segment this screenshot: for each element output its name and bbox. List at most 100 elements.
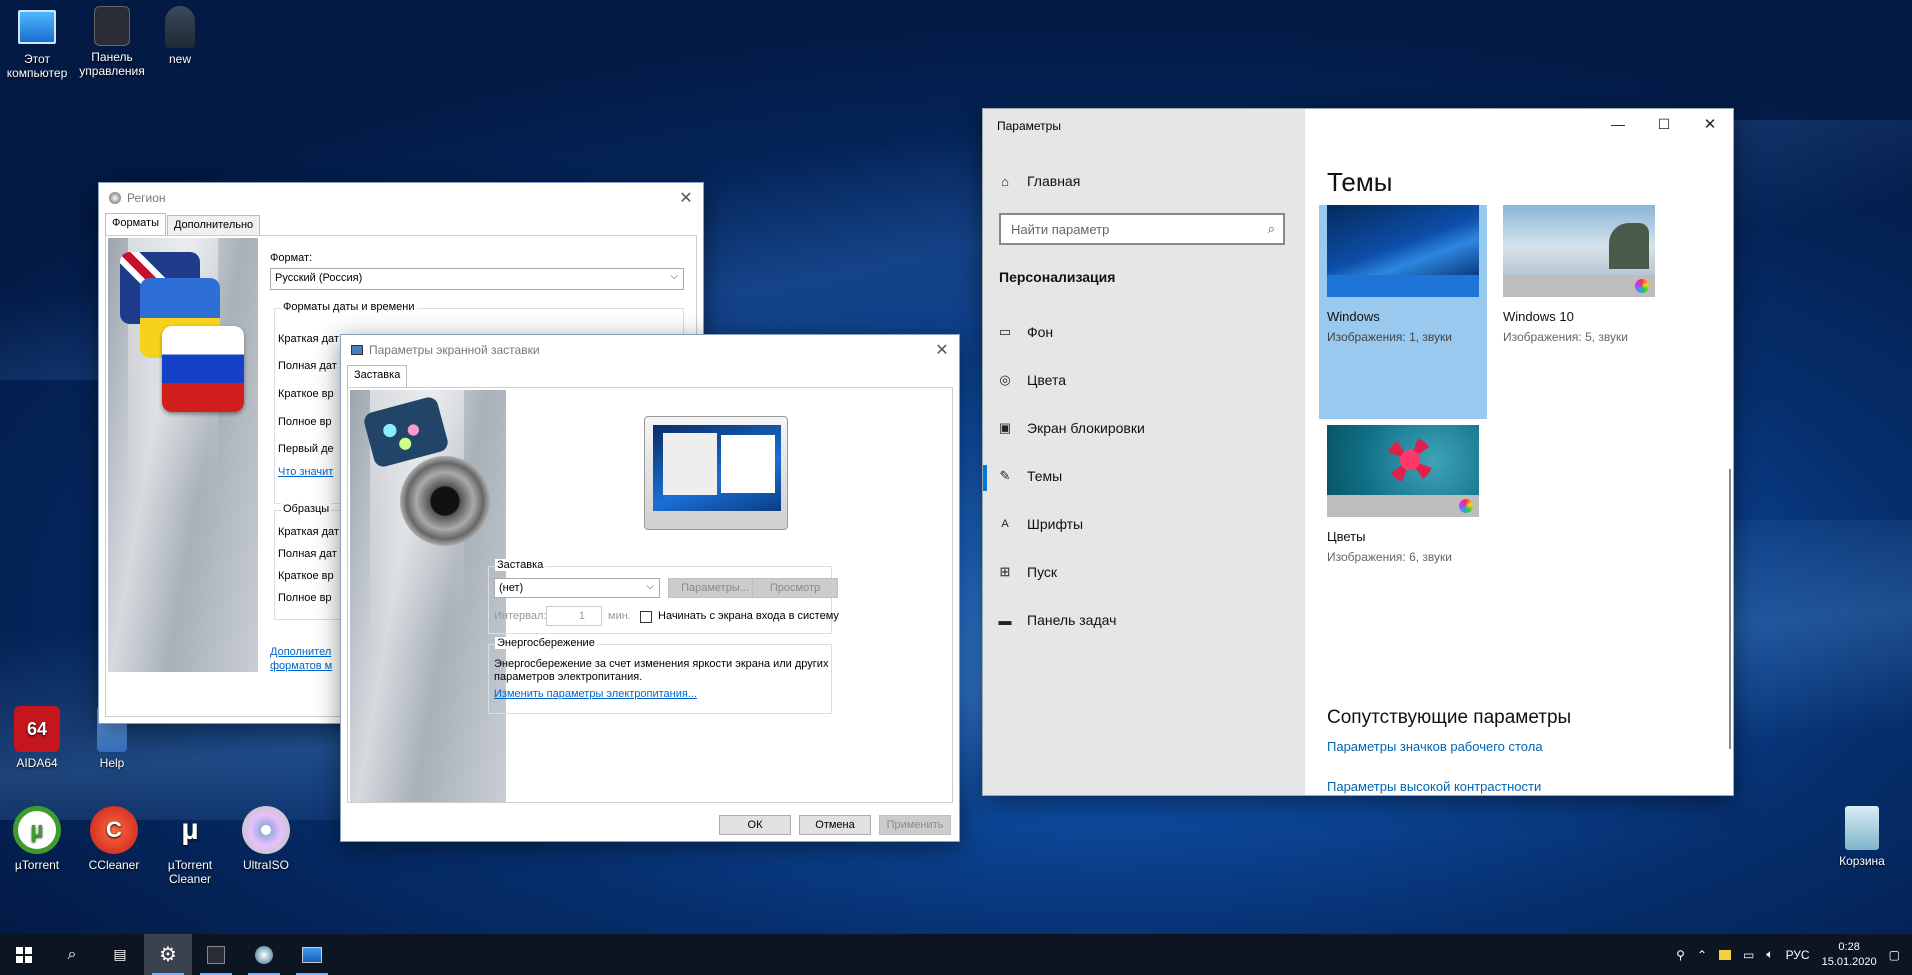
close-button[interactable]: ✕ [669, 183, 703, 213]
taskbar-icon: ▬ [998, 612, 1012, 628]
tab-screensaver[interactable]: Заставка [347, 365, 408, 387]
desktop-icon-label: CCleaner [88, 858, 140, 872]
settings-button[interactable]: Параметры... [668, 578, 762, 598]
screensaver-titlebar[interactable]: Параметры экранной заставки ✕ [341, 335, 959, 365]
region-tabs: Форматы Дополнительно [99, 213, 703, 235]
cancel-button[interactable]: Отмена [799, 815, 871, 835]
language-indicator[interactable]: РУС [1786, 948, 1810, 962]
theme-name: Windows 10 [1503, 309, 1574, 324]
tab-formats[interactable]: Форматы [105, 213, 166, 235]
samples-title: Образцы [281, 503, 332, 515]
power-settings-link[interactable]: Изменить параметры электропитания... [494, 688, 697, 700]
desktop-icon-new[interactable]: new [150, 6, 210, 66]
monitor-icon [18, 10, 56, 44]
ultraiso-icon [242, 806, 290, 854]
desktop-icon-ultraiso[interactable]: UltraISO [226, 806, 306, 872]
camera-banner [350, 390, 506, 802]
theme-windows-10[interactable]: Windows 10 Изображения: 5, звуки [1503, 205, 1655, 344]
clock[interactable]: 0:28 15.01.2020 [1822, 940, 1877, 970]
nav-taskbar[interactable]: ▬ Панель задач [997, 612, 1117, 628]
login-checkbox[interactable] [640, 611, 652, 623]
notifications-icon[interactable]: ▢ [1889, 948, 1900, 962]
maximize-button[interactable]: ☐ [1641, 109, 1687, 139]
preview-button[interactable]: Просмотр [752, 578, 838, 598]
desktop-icon-aida64[interactable]: 64 AIDA64 [0, 706, 77, 770]
theme-thumbnail [1327, 425, 1479, 517]
search-button[interactable]: ⌕ [48, 934, 96, 975]
utorrent-icon: µ [13, 806, 61, 854]
clock-date: 15.01.2020 [1821, 955, 1877, 968]
people-icon[interactable]: ⚲ [1676, 948, 1685, 962]
desktop-icons-link[interactable]: Параметры значков рабочего стола [1327, 739, 1543, 754]
desktop-icon-utorrent-cleaner[interactable]: µ µTorrent Cleaner [150, 806, 230, 887]
power-group-title: Энергосбережение [495, 637, 597, 649]
font-icon: A [1001, 518, 1009, 530]
nav-background[interactable]: ▭ Фон [997, 324, 1053, 340]
power-text: Энергосбережение за счет изменения яркос… [494, 658, 829, 670]
format-select[interactable]: Русский (Россия) ⌵ [270, 268, 684, 290]
nav-label: Пуск [1027, 564, 1058, 580]
theme-subtitle: Изображения: 1, звуки [1327, 330, 1452, 344]
apply-button[interactable]: Применить [879, 815, 951, 835]
theme-windows[interactable]: Windows Изображения: 1, звуки [1327, 205, 1479, 344]
nav-fonts[interactable]: A Шрифты [997, 516, 1083, 532]
interval-stepper[interactable]: 1 [546, 606, 602, 626]
nav-themes[interactable]: ✎ Темы [997, 468, 1063, 484]
gear-icon: ⚙ [159, 944, 177, 966]
screensaver-window: Параметры экранной заставки ✕ Заставка З… [340, 334, 960, 842]
taskbar-region[interactable] [240, 934, 288, 975]
nav-label: Фон [1027, 324, 1054, 340]
desktop-icon-control-panel[interactable]: Панель управления [72, 6, 152, 78]
task-view-button[interactable]: ▤ [96, 934, 144, 975]
ok-button[interactable]: ОК [719, 815, 791, 835]
taskbar-settings[interactable]: ⚙ [144, 934, 192, 975]
search-placeholder: Найти параметр [1011, 222, 1110, 237]
network-icon[interactable] [1719, 949, 1732, 960]
taskbar-control-panel[interactable] [192, 934, 240, 975]
sample-row: Краткое вр [278, 570, 334, 582]
nav-lock-screen[interactable]: ▣ Экран блокировки [997, 420, 1145, 436]
additional-settings-link[interactable]: Дополнител [270, 646, 331, 658]
start-button[interactable] [0, 934, 48, 975]
brush-icon: ✎ [999, 468, 1011, 483]
region-titlebar[interactable]: Регион ✕ [99, 183, 703, 213]
scrollbar[interactable] [1729, 469, 1731, 749]
theme-flowers[interactable]: Цветы Изображения: 6, звуки [1327, 425, 1479, 564]
recycle-bin-icon [1845, 806, 1879, 850]
desktop-icon-this-pc[interactable]: Этот компьютер [0, 6, 77, 80]
display-icon[interactable]: ▭ [1743, 948, 1754, 962]
settings-window: Параметры ⌂ Главная Найти параметр ⌕ Пер… [982, 108, 1734, 796]
control-panel-icon [94, 6, 130, 46]
desktop-icon-recycle-bin[interactable]: Корзина [1822, 806, 1902, 868]
search-icon: ⌕ [67, 945, 77, 963]
format-label: Формат: [270, 252, 313, 264]
interval-unit: мин. [608, 610, 631, 622]
interval-value: 1 [578, 610, 585, 622]
color-wheel-icon [1635, 279, 1649, 293]
desktop-icon-utorrent[interactable]: µ µTorrent [0, 806, 77, 872]
theme-thumbnail [1327, 205, 1479, 297]
short-date-label: Краткая дат [278, 333, 339, 345]
volume-icon[interactable]: 🔈︎ [1766, 947, 1773, 962]
interval-label: Интервал: [494, 610, 547, 622]
close-button[interactable]: ✕ [1687, 109, 1733, 139]
tab-advanced[interactable]: Дополнительно [166, 215, 261, 235]
desktop-icon-ccleaner[interactable]: C CCleaner [74, 806, 154, 872]
nav-selected-indicator [983, 465, 987, 491]
additional-settings-link-2[interactable]: форматов м [270, 660, 332, 672]
nav-home[interactable]: ⌂ Главная [997, 173, 1080, 189]
chevron-up-icon[interactable]: ⌃ [1697, 948, 1707, 962]
screensaver-group-title: Заставка [495, 559, 546, 571]
screensaver-select[interactable]: (нет) ⌵ [494, 578, 660, 598]
high-contrast-link[interactable]: Параметры высокой контрастности [1327, 779, 1541, 794]
close-button[interactable]: ✕ [925, 335, 959, 365]
theme-name: Windows [1327, 309, 1380, 324]
nav-start[interactable]: ⊞ Пуск [997, 564, 1057, 580]
system-tray: ⚲ ⌃ ▭ 🔈︎ РУС 0:28 15.01.2020 ▢ [1670, 934, 1912, 975]
date-formats-title: Форматы даты и времени [281, 301, 417, 313]
settings-search-input[interactable]: Найти параметр ⌕ [999, 213, 1285, 245]
what-link[interactable]: Что значит [278, 466, 333, 478]
minimize-button[interactable]: — [1595, 109, 1641, 139]
taskbar-screensaver[interactable] [288, 934, 336, 975]
nav-colors[interactable]: ◎ Цвета [997, 372, 1066, 388]
